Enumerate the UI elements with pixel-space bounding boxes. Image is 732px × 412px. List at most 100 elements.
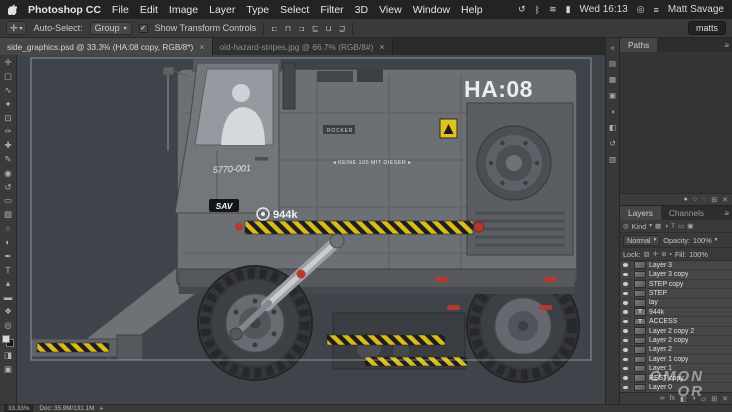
document-tab-active[interactable]: side_graphics.psd @ 33.3% (HA:08 copy, R… [0, 38, 213, 55]
layer-thumbnail[interactable] [634, 355, 646, 364]
user-menu[interactable]: Matt Savage [668, 4, 724, 15]
layer-visibility-toggle[interactable] [620, 345, 631, 355]
layer-visibility-toggle[interactable] [620, 308, 631, 317]
layer-thumbnail[interactable] [634, 383, 646, 392]
layer-visibility-toggle[interactable] [620, 364, 631, 373]
layer-thumbnail[interactable] [634, 270, 646, 279]
layer-visibility-toggle[interactable] [620, 261, 631, 270]
battery-icon[interactable]: ▮ [566, 4, 571, 15]
lock-pixels-icon[interactable]: ✛ [653, 250, 658, 258]
layer-visibility-toggle[interactable] [620, 355, 631, 364]
layer-thumbnail[interactable] [634, 336, 646, 345]
crop-tool[interactable]: ⊡ [0, 111, 16, 125]
align-v-centers-icon[interactable]: ⊔ [326, 24, 332, 33]
align-top-edges-icon[interactable]: ⊑ [312, 24, 319, 33]
notification-center-icon[interactable]: ≡ [654, 5, 659, 15]
layer-visibility-toggle[interactable] [620, 270, 631, 279]
eyedropper-tool[interactable]: ✑ [0, 125, 16, 139]
layer-row[interactable]: Layer 1 [620, 364, 732, 374]
layer-thumbnail[interactable] [634, 346, 646, 354]
layer-row[interactable]: lay [620, 298, 732, 309]
layer-thumbnail[interactable] [634, 261, 646, 269]
layer-row[interactable]: Layer 1 copy [620, 355, 732, 365]
move-tool[interactable]: ✛ [0, 56, 16, 70]
adjustments-panel-icon[interactable]: ◑ [610, 107, 615, 116]
marquee-tool[interactable]: ▢ [0, 70, 16, 84]
dodge-tool[interactable]: ◐ [0, 235, 16, 249]
blend-mode-dropdown[interactable]: Normal ▾ [623, 234, 661, 246]
lasso-tool[interactable]: ∿ [0, 84, 16, 98]
history-panel-icon[interactable]: ↺ [609, 139, 615, 148]
layer-row[interactable]: Layer 0 [620, 383, 732, 392]
close-icon[interactable]: × [379, 42, 384, 52]
layer-row[interactable]: T ACCESS [620, 317, 732, 327]
auto-select-dropdown[interactable]: Group ▾ [89, 21, 132, 35]
layer-visibility-toggle[interactable] [620, 298, 631, 308]
filter-adjustment-icon[interactable]: ◑ [664, 223, 668, 230]
layer-thumbnail[interactable] [634, 364, 646, 373]
menu-item-file[interactable]: File [112, 4, 129, 16]
layer-name[interactable]: Layer 2 copy [649, 337, 688, 344]
libraries-panel-icon[interactable]: ▣ [609, 91, 616, 100]
shape-tool[interactable]: ▬ [0, 291, 16, 305]
menu-item-help[interactable]: Help [461, 4, 483, 16]
menu-item-edit[interactable]: Edit [140, 4, 158, 16]
layer-visibility-toggle[interactable] [620, 383, 631, 392]
wifi-icon[interactable]: ≋ [549, 4, 557, 15]
panel-menu-icon[interactable]: ≡ [724, 209, 732, 218]
layer-name[interactable]: REST copy [649, 375, 684, 382]
layer-name[interactable]: Layer 3 [649, 262, 672, 269]
adjustment-layer-icon[interactable]: ◑ [692, 395, 696, 402]
align-bottom-edges-icon[interactable]: ⊒ [339, 24, 346, 33]
layer-name[interactable]: ACCESS [649, 318, 677, 325]
layer-group-icon[interactable]: ▱ [701, 395, 706, 403]
properties-panel-icon[interactable]: ▥ [609, 155, 616, 164]
layer-name[interactable]: STEP copy [649, 281, 683, 288]
menu-item-type[interactable]: Type [246, 4, 269, 16]
layer-visibility-toggle[interactable] [620, 279, 631, 289]
menu-item-image[interactable]: Image [169, 4, 198, 16]
swatches-panel-icon[interactable]: ▦ [609, 75, 616, 84]
layer-name[interactable]: Layer 1 [649, 365, 672, 372]
filter-type-icon[interactable]: T [671, 223, 675, 230]
delete-path-icon[interactable]: ✕ [722, 196, 728, 204]
layer-name[interactable]: lay [649, 299, 658, 306]
path-selection-icon[interactable]: ◌ [702, 196, 706, 203]
layer-row[interactable]: Layer 3 [620, 261, 732, 271]
blur-tool[interactable]: ○ [0, 222, 16, 236]
layer-thumbnail[interactable] [634, 289, 646, 298]
close-icon[interactable]: × [199, 42, 204, 52]
align-left-edges-icon[interactable]: ⊏ [271, 24, 278, 33]
hand-tool[interactable]: ❖ [0, 304, 16, 318]
collapse-panels-icon[interactable]: « [610, 43, 614, 52]
clone-stamp-tool[interactable]: ◉ [0, 166, 16, 180]
brush-tool[interactable]: ✎ [0, 153, 16, 167]
status-arrow-icon[interactable]: ▸ [100, 405, 103, 412]
menu-item-window[interactable]: Window [413, 4, 450, 16]
zoom-tool[interactable]: ◎ [0, 318, 16, 332]
fill-path-icon[interactable]: ● [684, 196, 688, 203]
show-transform-checkbox[interactable]: ✓ [138, 23, 148, 33]
layer-visibility-toggle[interactable] [620, 317, 631, 326]
foreground-color-swatch[interactable] [2, 334, 10, 343]
layer-visibility-toggle[interactable] [620, 336, 631, 345]
layer-thumbnail[interactable] [634, 374, 646, 382]
menu-item-filter[interactable]: Filter [320, 4, 343, 16]
layer-row[interactable]: STEP [620, 289, 732, 299]
layer-visibility-toggle[interactable] [620, 289, 631, 298]
menu-item-photoshop[interactable]: Photoshop CC [28, 4, 101, 16]
type-tool[interactable]: T [0, 263, 16, 277]
new-path-icon[interactable]: ⊞ [711, 196, 717, 204]
pen-tool[interactable]: ✒ [0, 249, 16, 263]
magic-wand-tool[interactable]: ✦ [0, 97, 16, 111]
layer-name[interactable]: STEP [649, 290, 667, 297]
filter-shape-icon[interactable]: ▭ [678, 222, 684, 230]
menu-item-select[interactable]: Select [280, 4, 309, 16]
align-right-edges-icon[interactable]: ⊐ [298, 24, 305, 33]
filter-pixel-icon[interactable]: ▦ [655, 222, 661, 230]
layer-row[interactable]: Layer 2 [620, 345, 732, 356]
new-layer-icon[interactable]: ⊞ [711, 395, 717, 403]
layer-row[interactable]: Layer 3 copy [620, 270, 732, 280]
apple-menu[interactable] [8, 4, 17, 15]
quick-mask-icon[interactable]: ◨ [0, 349, 16, 363]
